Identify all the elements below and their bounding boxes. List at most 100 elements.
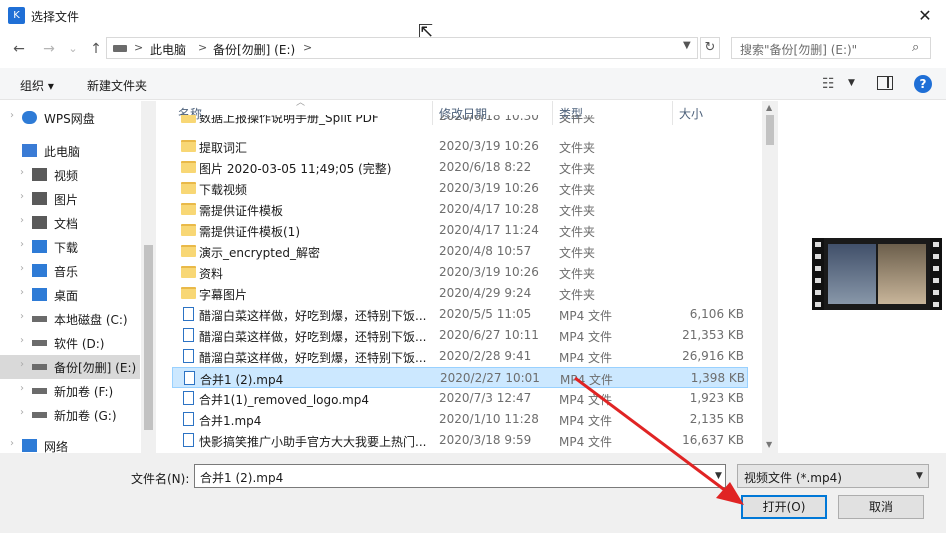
- nav-item[interactable]: › 桌面: [0, 283, 140, 307]
- search-icon: ⌕: [912, 40, 920, 55]
- expand-chevron-icon[interactable]: ›: [10, 438, 14, 449]
- breadcrumb-separator: >: [303, 41, 313, 54]
- close-button[interactable]: ✕: [910, 4, 940, 28]
- refresh-button[interactable]: ↻: [700, 37, 720, 59]
- nav-item[interactable]: › 文档: [0, 211, 140, 235]
- back-button[interactable]: ←: [10, 40, 28, 58]
- file-type: 文件夹: [559, 288, 596, 302]
- recent-locations-button[interactable]: ⌄: [64, 40, 82, 58]
- nav-item-label: 本地磁盘 (C:): [54, 313, 128, 327]
- breadcrumb-this-pc[interactable]: 此电脑: [150, 41, 186, 58]
- open-button[interactable]: 打开(O): [741, 495, 827, 519]
- expand-chevron-icon[interactable]: ›: [20, 167, 24, 178]
- file-size: 1,398 KB: [690, 371, 745, 385]
- new-folder-button[interactable]: 新建文件夹: [87, 77, 147, 94]
- video-file-icon: [183, 328, 194, 342]
- file-row[interactable]: 提取词汇 2020/3/19 10:26 文件夹: [172, 136, 748, 157]
- address-dropdown-icon[interactable]: ▼: [683, 40, 691, 51]
- file-row[interactable]: 需提供证件模板 2020/4/17 10:28 文件夹: [172, 199, 748, 220]
- filename-dropdown-icon[interactable]: ▼: [715, 471, 722, 481]
- film-strip-left: [812, 238, 824, 310]
- expand-chevron-icon[interactable]: ›: [20, 239, 24, 250]
- expand-chevron-icon[interactable]: ›: [10, 110, 14, 121]
- up-button[interactable]: ↑: [87, 40, 105, 58]
- nav-item-label: WPS网盘: [44, 112, 95, 126]
- expand-chevron-icon[interactable]: ›: [20, 215, 24, 226]
- video-folder-icon: [32, 168, 47, 181]
- nav-item[interactable]: 此电脑: [0, 139, 140, 163]
- nav-item[interactable]: › 本地磁盘 (C:): [0, 307, 140, 331]
- breadcrumb-drive-e[interactable]: 备份[勿删] (E:): [213, 41, 295, 58]
- expand-chevron-icon[interactable]: ›: [20, 407, 24, 418]
- file-row[interactable]: 醋溜白菜这样做，好吃到爆，还特别下饭... 2020/5/5 11:05 MP4 文…: [172, 304, 748, 325]
- file-row[interactable]: 快影搞笑推广小助手官方大大我要上热门... 2020/3/18 9:59 MP4 文…: [172, 430, 748, 451]
- file-list-scrollbar-thumb[interactable]: [766, 115, 774, 145]
- expand-chevron-icon[interactable]: ›: [20, 311, 24, 322]
- file-date: 2020/6/18 10:30: [439, 115, 539, 123]
- file-type-filter[interactable]: 视频文件 (*.mp4): [737, 464, 929, 488]
- file-list-scrollbar[interactable]: [762, 101, 778, 453]
- nav-item-label: 音乐: [54, 265, 79, 279]
- nav-item[interactable]: › 新加卷 (F:): [0, 379, 140, 403]
- expand-chevron-icon[interactable]: ›: [20, 383, 24, 394]
- file-row[interactable]: 需提供证件模板(1) 2020/4/17 11:24 文件夹: [172, 220, 748, 241]
- file-row[interactable]: 合并1(1)_removed_logo.mp4 2020/7/3 12:47 MP4…: [172, 388, 748, 409]
- file-row[interactable]: 合并1.mp4 2020/1/10 11:28 MP4 文件 2,135 KB: [172, 409, 748, 430]
- nav-item[interactable]: › 图片: [0, 187, 140, 211]
- filename-input[interactable]: 合并1 (2).mp4: [194, 464, 726, 488]
- file-row[interactable]: 下载视频 2020/3/19 10:26 文件夹: [172, 178, 748, 199]
- view-options-icon[interactable]: ☷: [822, 76, 835, 92]
- file-row[interactable]: 字幕图片 2020/4/29 9:24 文件夹: [172, 283, 748, 304]
- expand-chevron-icon[interactable]: ›: [20, 191, 24, 202]
- file-row[interactable]: 数据上报操作说明手册_Split PDF 2020/6/18 10:30 文件夹: [172, 115, 748, 127]
- help-icon[interactable]: ?: [914, 75, 932, 93]
- nav-item[interactable]: › 新加卷 (G:): [0, 403, 140, 427]
- file-row[interactable]: 醋溜白菜这样做，好吃到爆，还特别下饭... 2020/6/27 10:11 MP4 …: [172, 325, 748, 346]
- file-size: 6,106 KB: [689, 307, 744, 321]
- nav-item[interactable]: › 备份[勿删] (E:): [0, 355, 140, 379]
- file-date: 2020/2/28 9:41: [439, 349, 532, 363]
- nav-item[interactable]: › 下载: [0, 235, 140, 259]
- file-row[interactable]: 资料 2020/3/19 10:26 文件夹: [172, 262, 748, 283]
- cancel-button[interactable]: 取消: [838, 495, 924, 519]
- address-bar[interactable]: > 此电脑 > 备份[勿删] (E:) >: [106, 37, 698, 59]
- desktop-icon: [32, 288, 47, 301]
- nav-scrollbar-thumb[interactable]: [144, 245, 153, 430]
- file-date: 2020/4/8 10:57: [439, 244, 532, 258]
- filter-dropdown-icon[interactable]: ▼: [916, 471, 923, 481]
- video-file-icon: [183, 433, 194, 447]
- expand-chevron-icon[interactable]: ›: [20, 359, 24, 370]
- drive-icon: [113, 45, 127, 52]
- file-type: 文件夹: [559, 115, 596, 125]
- file-size: 26,916 KB: [682, 349, 744, 363]
- scroll-up-icon[interactable]: ▲: [766, 103, 772, 112]
- expand-chevron-icon[interactable]: ›: [20, 287, 24, 298]
- video-file-icon: [183, 391, 194, 405]
- nav-item[interactable]: › 软件 (D:): [0, 331, 140, 355]
- view-dropdown-icon[interactable]: ▼: [848, 78, 855, 88]
- file-date: 2020/3/19 10:26: [439, 181, 539, 195]
- expand-chevron-icon[interactable]: ›: [20, 263, 24, 274]
- file-type: 文件夹: [559, 267, 596, 281]
- file-row[interactable]: 醋溜白菜这样做，好吃到爆，还特别下饭... 2020/2/28 9:41 MP4 文…: [172, 346, 748, 367]
- preview-pane-icon[interactable]: [877, 76, 893, 90]
- nav-item-label: 桌面: [54, 289, 79, 303]
- folder-icon: [181, 266, 196, 278]
- file-name: 合并1 (2).mp4: [200, 373, 284, 387]
- nav-item[interactable]: › 音乐: [0, 259, 140, 283]
- file-row[interactable]: 合并1 (2).mp4 2020/2/27 10:01 MP4 文件 1,398 KB: [172, 367, 748, 388]
- scroll-down-icon[interactable]: ▼: [766, 440, 772, 449]
- file-date: 2020/6/27 10:11: [439, 328, 539, 342]
- drive-icon: [32, 388, 47, 394]
- nav-item[interactable]: › 视频: [0, 163, 140, 187]
- nav-item[interactable]: › WPS网盘: [0, 106, 140, 130]
- organize-button[interactable]: 组织 ▾: [20, 77, 54, 94]
- file-row[interactable]: 演示_encrypted_解密 2020/4/8 10:57 文件夹: [172, 241, 748, 262]
- search-box[interactable]: 搜索"备份[勿删] (E:)" ⌕: [731, 37, 931, 59]
- file-row[interactable]: 图片 2020-03-05 11;49;05 (完整) 2020/6/18 8:2…: [172, 157, 748, 178]
- film-strip-right: [930, 238, 942, 310]
- forward-button[interactable]: →: [40, 40, 58, 58]
- file-size: 2,135 KB: [689, 412, 744, 426]
- filename-label: 文件名(N):: [131, 472, 190, 486]
- expand-chevron-icon[interactable]: ›: [20, 335, 24, 346]
